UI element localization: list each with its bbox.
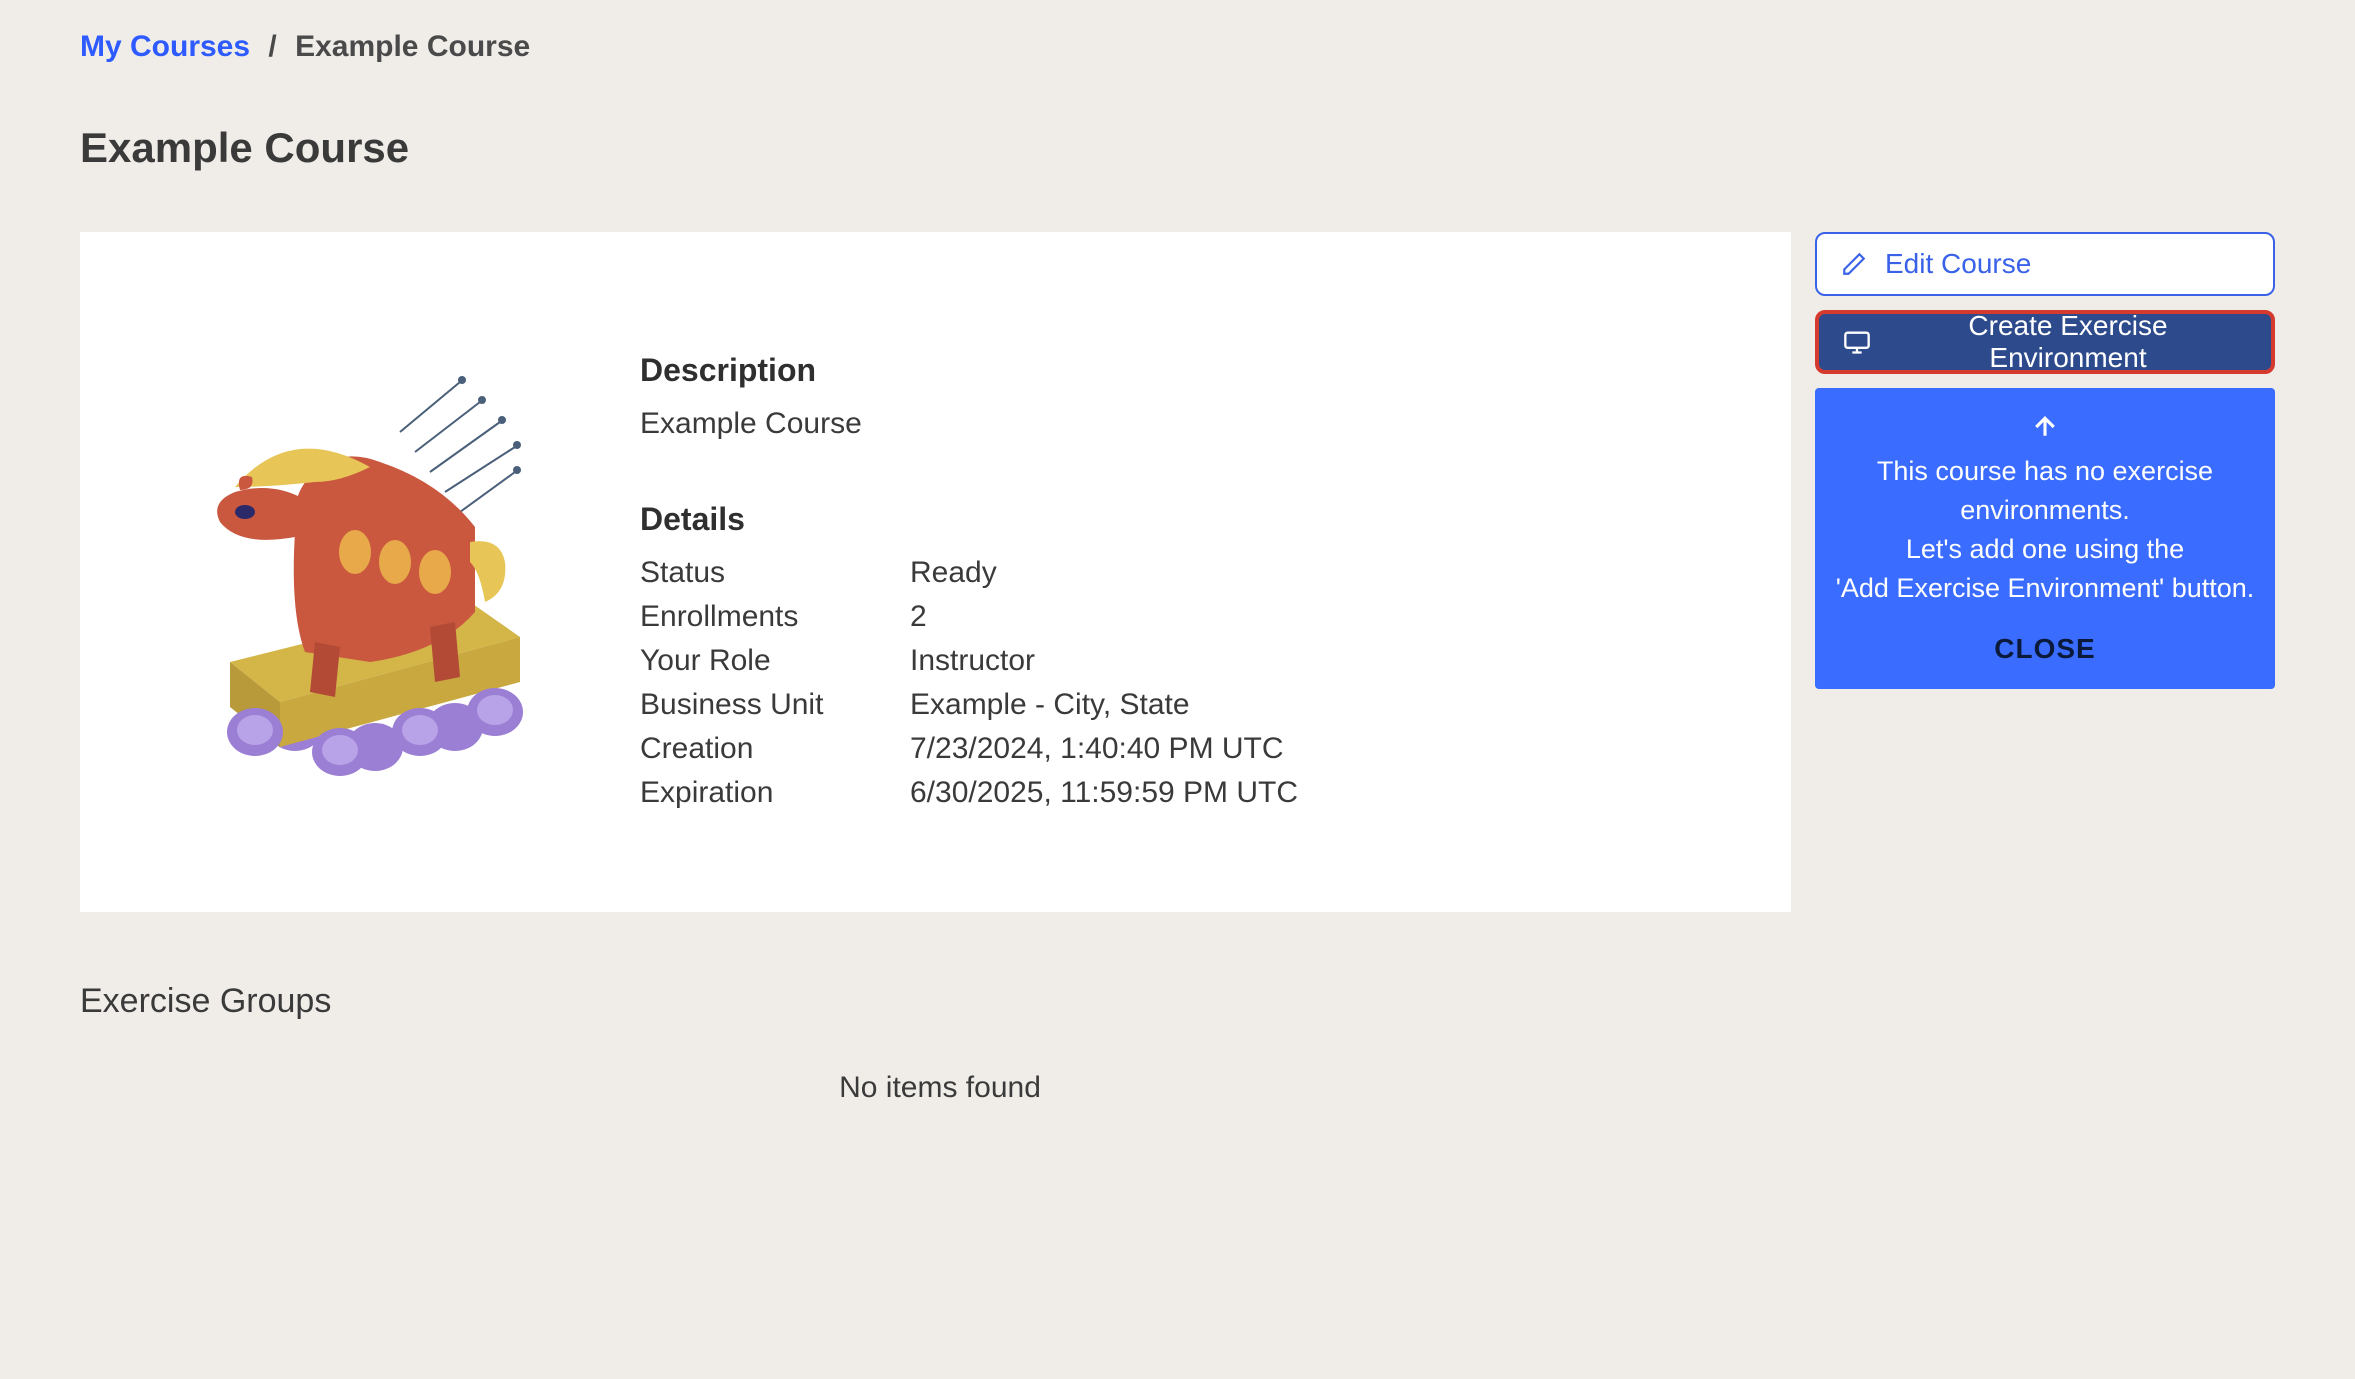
detail-value-status: Ready — [910, 556, 1731, 590]
create-exercise-environment-label: Create Exercise Environment — [1889, 310, 2247, 374]
details-heading: Details — [640, 501, 1731, 538]
tip-text-line-3: 'Add Exercise Environment' button. — [1835, 569, 2255, 608]
create-exercise-environment-button[interactable]: Create Exercise Environment — [1815, 310, 2275, 374]
detail-value-role: Instructor — [910, 644, 1731, 678]
detail-value-creation: 7/23/2024, 1:40:40 PM UTC — [910, 732, 1731, 766]
breadcrumb-link-my-courses[interactable]: My Courses — [80, 30, 250, 63]
tip-text-line-2: Let's add one using the — [1835, 530, 2255, 569]
page-title: Example Course — [80, 124, 2275, 172]
trojan-horse-icon — [140, 352, 560, 792]
details-grid: Status Ready Enrollments 2 Your Role Ins… — [640, 556, 1731, 810]
tip-close-button[interactable]: CLOSE — [1835, 629, 2255, 670]
exercise-groups-heading: Exercise Groups — [80, 982, 2275, 1021]
breadcrumb-current: Example Course — [295, 30, 530, 63]
monitor-icon — [1843, 328, 1871, 356]
breadcrumb-separator: / — [268, 30, 276, 63]
course-illustration — [140, 352, 560, 852]
action-sidebar: Edit Course Create Exercise Environment … — [1815, 232, 2275, 689]
detail-label-status: Status — [640, 556, 910, 590]
detail-value-expiration: 6/30/2025, 11:59:59 PM UTC — [910, 776, 1731, 810]
exercise-groups-empty: No items found — [80, 1071, 1800, 1105]
course-card: Description Example Course Details Statu… — [80, 232, 1791, 912]
description-heading: Description — [640, 352, 1731, 389]
detail-value-business-unit: Example - City, State — [910, 688, 1731, 722]
pencil-icon — [1841, 251, 1867, 277]
arrow-up-icon — [2030, 412, 2060, 442]
detail-label-creation: Creation — [640, 732, 910, 766]
detail-label-enrollments: Enrollments — [640, 600, 910, 634]
edit-course-button[interactable]: Edit Course — [1815, 232, 2275, 296]
edit-course-label: Edit Course — [1885, 248, 2031, 280]
tip-text-line-1: This course has no exercise environments… — [1835, 452, 2255, 530]
detail-label-expiration: Expiration — [640, 776, 910, 810]
detail-label-role: Your Role — [640, 644, 910, 678]
tip-callout: This course has no exercise environments… — [1815, 388, 2275, 689]
breadcrumb: My Courses / Example Course — [80, 30, 2275, 64]
description-text: Example Course — [640, 407, 1731, 441]
detail-value-enrollments: 2 — [910, 600, 1731, 634]
detail-label-business-unit: Business Unit — [640, 688, 910, 722]
